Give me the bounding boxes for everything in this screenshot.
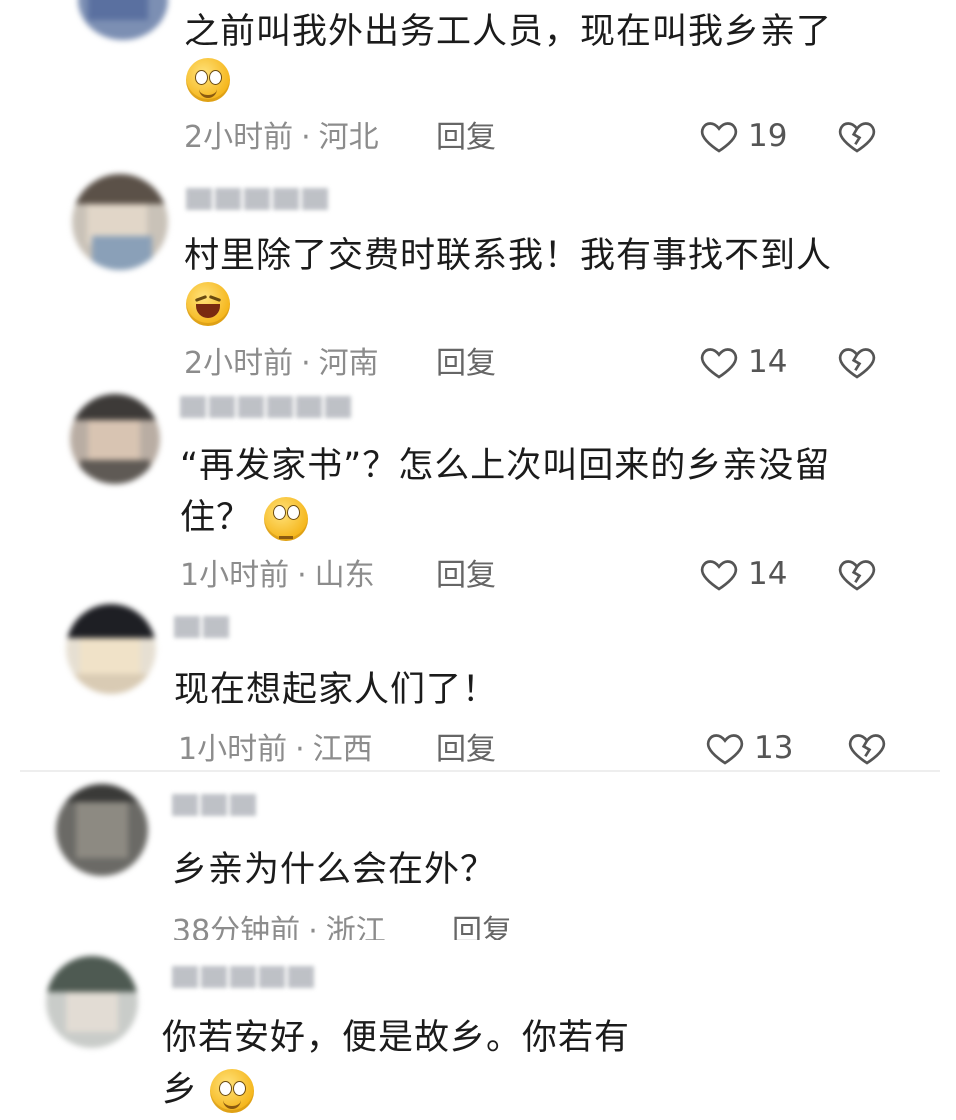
comment-item: 之前叫我外出务工人员，现在叫我乡亲了 2小时前 · 河北 回复 19 bbox=[0, 0, 956, 170]
laugh-cry-emoji-icon bbox=[186, 282, 230, 326]
dislike-icon[interactable] bbox=[846, 728, 888, 768]
username-blurred[interactable] bbox=[174, 616, 229, 640]
avatar[interactable] bbox=[72, 174, 168, 270]
avatar[interactable] bbox=[66, 604, 156, 694]
comment-time: 2小时前 bbox=[184, 346, 294, 381]
heart-icon bbox=[700, 348, 738, 379]
comment-text-line2-text: 乡 bbox=[162, 1070, 199, 1110]
like-button[interactable]: 14 bbox=[698, 342, 787, 382]
reply-button[interactable]: 回复 bbox=[436, 344, 496, 384]
like-count: 14 bbox=[748, 344, 788, 380]
reply-button[interactable]: 回复 bbox=[452, 912, 512, 940]
comment-time: 2小时前 bbox=[184, 120, 294, 155]
avatar[interactable] bbox=[46, 956, 138, 1048]
reply-button[interactable]: 回复 bbox=[436, 118, 496, 158]
smile-emoji-icon bbox=[210, 1069, 255, 1113]
comment-meta: 2小时前 · 河北 bbox=[184, 120, 379, 155]
comment-text: 乡亲为什么会在外？ bbox=[172, 850, 497, 890]
comment-location: 河北 bbox=[318, 120, 379, 155]
dislike-icon[interactable] bbox=[836, 554, 878, 594]
comment-meta: 1小时前 · 江西 bbox=[178, 732, 373, 767]
comment-item: “再发家书”？怎么上次叫回来的乡亲没留 住？ 1小时前 · 山东 回复 14 bbox=[0, 390, 956, 602]
avatar[interactable] bbox=[56, 784, 148, 876]
comment-meta: 1小时前 · 山东 bbox=[180, 558, 375, 593]
dislike-icon[interactable] bbox=[836, 342, 878, 382]
username-blurred[interactable] bbox=[186, 188, 328, 212]
comment-location: 江西 bbox=[312, 732, 373, 767]
comment-text: 之前叫我外出务工人员，现在叫我乡亲了 bbox=[184, 12, 833, 52]
comment-item: 乡亲为什么会在外？ 38分钟前 · 浙江 回复 bbox=[0, 780, 956, 942]
reply-button[interactable]: 回复 bbox=[436, 730, 496, 770]
comment-meta: 2小时前 · 河南 bbox=[184, 346, 379, 381]
comment-time: 1小时前 bbox=[178, 732, 288, 767]
comment-item: 你若安好，便是故乡。你若有 乡 bbox=[0, 944, 956, 1113]
comment-time: 1小时前 bbox=[180, 558, 290, 593]
laugh-cry-emoji-wrap bbox=[186, 282, 230, 326]
like-count: 19 bbox=[748, 118, 788, 154]
comment-item: 现在想起家人们了！ 1小时前 · 江西 回复 13 bbox=[0, 602, 956, 774]
heart-icon bbox=[700, 560, 738, 591]
like-button[interactable]: 13 bbox=[704, 728, 793, 768]
comment-location: 山东 bbox=[314, 558, 375, 593]
section-divider bbox=[20, 770, 940, 772]
comment-text: 村里除了交费时联系我！我有事找不到人 bbox=[184, 236, 833, 276]
heart-icon bbox=[706, 734, 744, 765]
smile-emoji-icon bbox=[186, 58, 230, 102]
comment-location: 浙江 bbox=[325, 914, 386, 940]
avatar[interactable] bbox=[78, 0, 168, 40]
comment-text: 现在想起家人们了！ bbox=[174, 670, 499, 710]
avatar[interactable] bbox=[70, 394, 160, 484]
comment-text-line2-text: 住？ bbox=[180, 498, 253, 538]
like-button[interactable]: 14 bbox=[698, 554, 787, 594]
comment-text-line2: 住？ bbox=[180, 488, 309, 548]
reply-button[interactable]: 回复 bbox=[436, 556, 496, 596]
like-count: 13 bbox=[754, 730, 794, 766]
comment-text-line1: “再发家书”？怎么上次叫回来的乡亲没留 bbox=[180, 446, 831, 486]
like-count: 14 bbox=[748, 556, 788, 592]
dislike-icon[interactable] bbox=[836, 116, 878, 156]
smile-emoji-wrap bbox=[186, 58, 230, 102]
username-blurred[interactable] bbox=[180, 396, 351, 420]
comment-text-line1: 你若安好，便是故乡。你若有 bbox=[162, 1018, 631, 1058]
comment-item: 村里除了交费时联系我！我有事找不到人 2小时前 · 河南 回复 14 bbox=[0, 170, 956, 390]
like-button[interactable]: 19 bbox=[698, 116, 787, 156]
comment-time: 38分钟前 bbox=[172, 914, 301, 940]
comment-meta: 38分钟前 · 浙江 bbox=[172, 912, 386, 940]
heart-icon bbox=[700, 122, 738, 153]
username-blurred[interactable] bbox=[172, 794, 256, 818]
comment-text-line2: 乡 bbox=[162, 1060, 255, 1120]
username-blurred[interactable] bbox=[172, 966, 314, 990]
rolling-eyes-emoji-icon bbox=[264, 497, 309, 541]
comment-location: 河南 bbox=[318, 346, 379, 381]
